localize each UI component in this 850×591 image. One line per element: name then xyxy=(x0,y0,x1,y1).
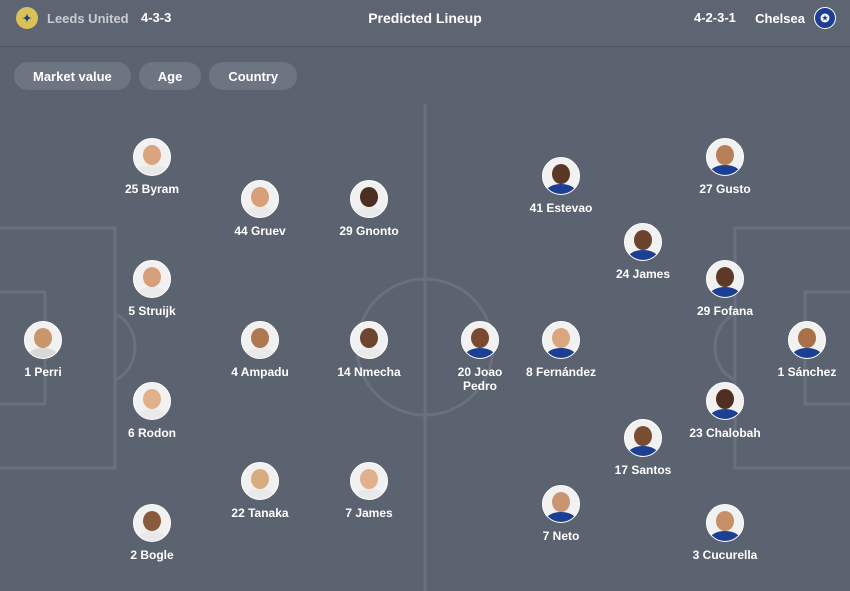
player-name: 3 Cucurella xyxy=(692,548,758,562)
player-perri[interactable]: 1 Perri xyxy=(0,321,98,379)
player-fernandez[interactable]: 8 Fernández xyxy=(506,321,616,379)
player-photo xyxy=(24,321,62,359)
player-photo xyxy=(624,223,662,261)
player-sanchez[interactable]: 1 Sánchez xyxy=(752,321,850,379)
player-photo xyxy=(542,485,580,523)
player-name: 1 Perri xyxy=(24,365,62,379)
player-photo xyxy=(788,321,826,359)
player-bogle[interactable]: 2 Bogle xyxy=(97,504,207,562)
player-name: 2 Bogle xyxy=(130,548,174,562)
player-james-chelsea[interactable]: 24 James xyxy=(588,223,698,281)
away-formation: 4-2-3-1 xyxy=(694,10,736,25)
player-byram[interactable]: 25 Byram xyxy=(97,138,207,196)
player-cucurella[interactable]: 3 Cucurella xyxy=(670,504,780,562)
player-name: 20 Joao Pedro xyxy=(457,365,503,393)
age-chip[interactable]: Age xyxy=(138,62,202,90)
player-ampadu[interactable]: 4 Ampadu xyxy=(205,321,315,379)
player-name: 7 James xyxy=(345,506,393,520)
player-photo xyxy=(542,157,580,195)
player-neto[interactable]: 7 Neto xyxy=(506,485,616,543)
player-name: 17 Santos xyxy=(614,463,672,477)
player-photo xyxy=(133,260,171,298)
player-tanaka[interactable]: 22 Tanaka xyxy=(205,462,315,520)
player-photo xyxy=(461,321,499,359)
player-photo xyxy=(706,504,744,542)
player-photo xyxy=(241,321,279,359)
player-photo xyxy=(133,138,171,176)
player-james-leeds[interactable]: 7 James xyxy=(314,462,424,520)
player-name: 41 Estevao xyxy=(529,201,593,215)
player-photo xyxy=(241,462,279,500)
player-joao-pedro[interactable]: 20 Joao Pedro xyxy=(445,321,515,393)
player-name: 5 Struijk xyxy=(128,304,176,318)
player-photo xyxy=(350,462,388,500)
player-name: 29 Fofana xyxy=(696,304,753,318)
lineup-header: ✦ Leeds United 4-3-3 Predicted Lineup 4-… xyxy=(0,0,850,47)
player-struijk[interactable]: 5 Struijk xyxy=(97,260,207,318)
player-photo xyxy=(706,260,744,298)
country-chip[interactable]: Country xyxy=(209,62,298,90)
player-nmecha[interactable]: 14 Nmecha xyxy=(314,321,424,379)
market-value-chip[interactable]: Market value xyxy=(14,62,131,90)
player-name: 22 Tanaka xyxy=(231,506,289,520)
away-team[interactable]: Chelsea ✪ xyxy=(755,7,836,29)
player-name: 1 Sánchez xyxy=(777,365,837,379)
player-gnonto[interactable]: 29 Gnonto xyxy=(314,180,424,238)
player-photo xyxy=(542,321,580,359)
player-photo xyxy=(706,138,744,176)
player-name: 4 Ampadu xyxy=(231,365,289,379)
player-name: 25 Byram xyxy=(124,182,180,196)
player-rodon[interactable]: 6 Rodon xyxy=(97,382,207,440)
player-name: 29 Gnonto xyxy=(339,224,399,238)
player-photo xyxy=(706,382,744,420)
player-photo xyxy=(133,504,171,542)
player-photo xyxy=(133,382,171,420)
chelsea-crest-icon: ✪ xyxy=(814,7,836,29)
player-santos[interactable]: 17 Santos xyxy=(588,419,698,477)
player-gruev[interactable]: 44 Gruev xyxy=(205,180,315,238)
player-name: 6 Rodon xyxy=(128,426,176,440)
player-photo xyxy=(350,180,388,218)
player-name: 14 Nmecha xyxy=(337,365,401,379)
player-name: 7 Neto xyxy=(542,529,580,543)
player-name: 24 James xyxy=(615,267,671,281)
away-team-name: Chelsea xyxy=(755,10,805,26)
player-photo xyxy=(350,321,388,359)
filter-chips: Market value Age Country xyxy=(14,62,298,90)
player-name: 8 Fernández xyxy=(525,365,597,379)
player-gusto[interactable]: 27 Gusto xyxy=(670,138,780,196)
player-estevao[interactable]: 41 Estevao xyxy=(506,157,616,215)
player-photo xyxy=(624,419,662,457)
player-name: 44 Gruev xyxy=(234,224,286,238)
pitch: 1 Perri 25 Byram 5 Struijk 6 Rodon 2 Bog… xyxy=(0,104,850,591)
player-photo xyxy=(241,180,279,218)
player-name: 27 Gusto xyxy=(699,182,751,196)
